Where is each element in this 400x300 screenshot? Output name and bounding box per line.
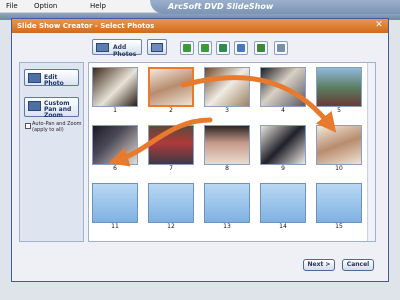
photo-number: 1 <box>113 107 117 114</box>
add-photos-icon <box>96 43 109 52</box>
photo-slot-6[interactable]: 6 <box>92 125 138 174</box>
edit-photo-label: Edit Photo <box>44 74 64 87</box>
photo-slot-15[interactable]: 15 <box>316 183 362 232</box>
photo-slot-1[interactable]: 1 <box>92 67 138 116</box>
photo-slot-5[interactable]: 5 <box>316 67 362 116</box>
auto-pan-zoom-checkbox[interactable] <box>25 123 31 129</box>
menu-file[interactable]: File <box>6 2 18 10</box>
menu-help[interactable]: Help <box>90 2 106 10</box>
photo-slot-8[interactable]: 8 <box>204 125 250 174</box>
dialog-title: Slide Show Creator - Select Photos <box>17 22 155 30</box>
photo-thumbnail-7[interactable] <box>148 125 194 165</box>
left-panel: Edit Photo Custom Pan and Zoom Auto-Pan … <box>19 62 84 242</box>
photo-slot-13[interactable]: 13 <box>204 183 250 232</box>
photo-number: 9 <box>281 165 285 172</box>
rotate-left-icon <box>183 44 191 52</box>
custom-pan-zoom-label: Custom Pan and Zoom <box>44 100 72 119</box>
photo-number: 7 <box>169 165 173 172</box>
rotate-right-icon <box>201 44 209 52</box>
move-button[interactable] <box>216 41 230 55</box>
photo-slot-7[interactable]: 7 <box>148 125 194 174</box>
custom-pan-zoom-button[interactable]: Custom Pan and Zoom <box>24 97 79 119</box>
photo-number: 4 <box>281 107 285 114</box>
photo-thumbnail-2[interactable] <box>148 67 194 107</box>
empty-slot[interactable] <box>260 183 306 223</box>
empty-slot[interactable] <box>316 183 362 223</box>
fit-button[interactable] <box>254 41 268 55</box>
photo-slot-2[interactable]: 2 <box>148 67 194 116</box>
copy-icon <box>237 44 245 52</box>
photo-slot-3[interactable]: 3 <box>204 67 250 116</box>
rotate-right-button[interactable] <box>198 41 212 55</box>
photo-slot-12[interactable]: 12 <box>148 183 194 232</box>
trash-icon <box>277 44 285 52</box>
view-toggle-button[interactable] <box>147 39 167 55</box>
photo-thumbnail-9[interactable] <box>260 125 306 165</box>
photo-slot-4[interactable]: 4 <box>260 67 306 116</box>
close-icon[interactable]: ✕ <box>373 20 385 31</box>
photo-number: 10 <box>335 165 343 172</box>
edit-photo-button[interactable]: Edit Photo <box>24 69 79 87</box>
photo-slot-14[interactable]: 14 <box>260 183 306 232</box>
storyboard-icon <box>151 43 163 52</box>
pan-zoom-icon <box>28 101 41 111</box>
edit-photo-icon <box>28 73 41 83</box>
photo-thumbnail-6[interactable] <box>92 125 138 165</box>
empty-slot[interactable] <box>148 183 194 223</box>
photo-number: 8 <box>225 165 229 172</box>
photo-thumbnail-8[interactable] <box>204 125 250 165</box>
photo-slot-10[interactable]: 10 <box>316 125 362 174</box>
add-photos-label: Add Photos <box>113 44 137 58</box>
photo-thumbnail-10[interactable] <box>316 125 362 165</box>
photo-slot-11[interactable]: 11 <box>92 183 138 232</box>
copy-button[interactable] <box>234 41 248 55</box>
photo-number: 2 <box>169 107 173 114</box>
photo-slot-9[interactable]: 9 <box>260 125 306 174</box>
vertical-scrollbar[interactable] <box>367 63 375 241</box>
dialog-title-bar: Slide Show Creator - Select Photos ✕ <box>12 19 388 33</box>
photo-number: 12 <box>167 223 175 230</box>
cancel-button[interactable]: Cancel <box>342 259 374 271</box>
menu-option[interactable]: Option <box>34 2 57 10</box>
photo-thumbnail-1[interactable] <box>92 67 138 107</box>
empty-slot[interactable] <box>92 183 138 223</box>
add-photos-button[interactable]: Add Photos <box>92 39 142 58</box>
app-title: ArcSoft DVD SlideShow <box>150 0 400 14</box>
photo-number: 6 <box>113 165 117 172</box>
photo-thumbnail-5[interactable] <box>316 67 362 107</box>
auto-pan-zoom-label: Auto-Pan and Zoom (apply to all) <box>32 121 82 133</box>
fit-icon <box>257 44 265 52</box>
photo-number: 13 <box>223 223 231 230</box>
photo-thumbnail-3[interactable] <box>204 67 250 107</box>
photo-number: 15 <box>335 223 343 230</box>
photo-number: 5 <box>337 107 341 114</box>
rotate-left-button[interactable] <box>180 41 194 55</box>
delete-button[interactable] <box>274 41 288 55</box>
photo-number: 14 <box>279 223 287 230</box>
photo-number: 3 <box>225 107 229 114</box>
photo-number: 11 <box>111 223 119 230</box>
photo-thumbnail-4[interactable] <box>260 67 306 107</box>
move-icon <box>219 44 227 52</box>
empty-slot[interactable] <box>204 183 250 223</box>
next-button[interactable]: Next > <box>303 259 335 271</box>
